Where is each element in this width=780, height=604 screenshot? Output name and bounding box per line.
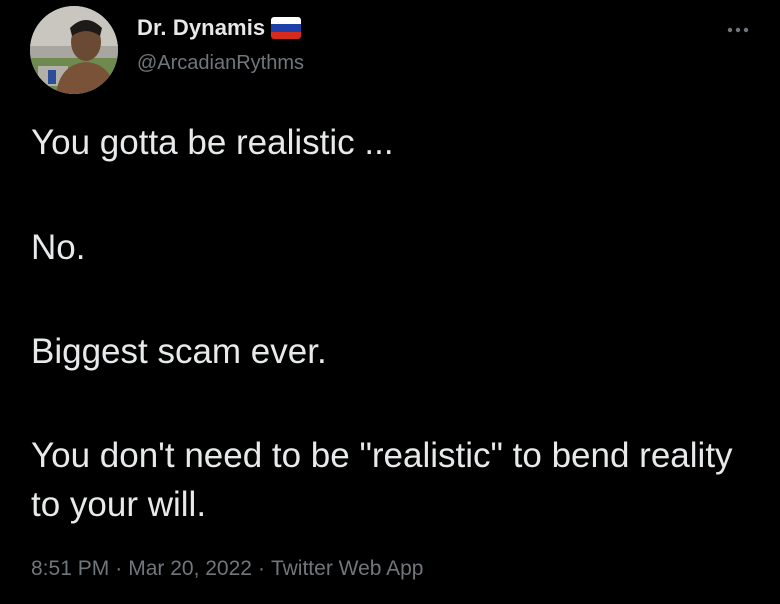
more-options-button[interactable] (726, 18, 750, 42)
avatar-image (30, 6, 118, 94)
meta-separator: · (115, 557, 123, 580)
name-row: Dr. Dynamis (137, 14, 304, 42)
tweet-date-link[interactable]: Mar 20, 2022 (128, 557, 252, 580)
tweet-paragraph: You gotta be realistic ... (31, 123, 394, 162)
meta-separator: · (257, 557, 265, 580)
author-block: Dr. Dynamis @ArcadianRythms (137, 14, 304, 75)
display-name[interactable]: Dr. Dynamis (137, 15, 265, 41)
tweet-paragraph: Biggest scam ever. (31, 332, 327, 371)
tweet-paragraph: No. (31, 228, 86, 267)
user-handle[interactable]: @ArcadianRythms (137, 52, 304, 75)
more-horizontal-icon (727, 27, 749, 33)
tweet-paragraph: You don't need to be "realistic" to bend… (31, 436, 733, 524)
avatar[interactable] (30, 6, 118, 94)
russian-flag-icon (271, 17, 302, 39)
tweet: Dr. Dynamis @ArcadianRythms You gotta be… (0, 0, 780, 604)
tweet-meta: 8:51 PM · Mar 20, 2022 · Twitter Web App (31, 557, 424, 581)
tweet-time-link[interactable]: 8:51 PM (31, 557, 109, 580)
tweet-source-link[interactable]: Twitter Web App (271, 557, 424, 580)
